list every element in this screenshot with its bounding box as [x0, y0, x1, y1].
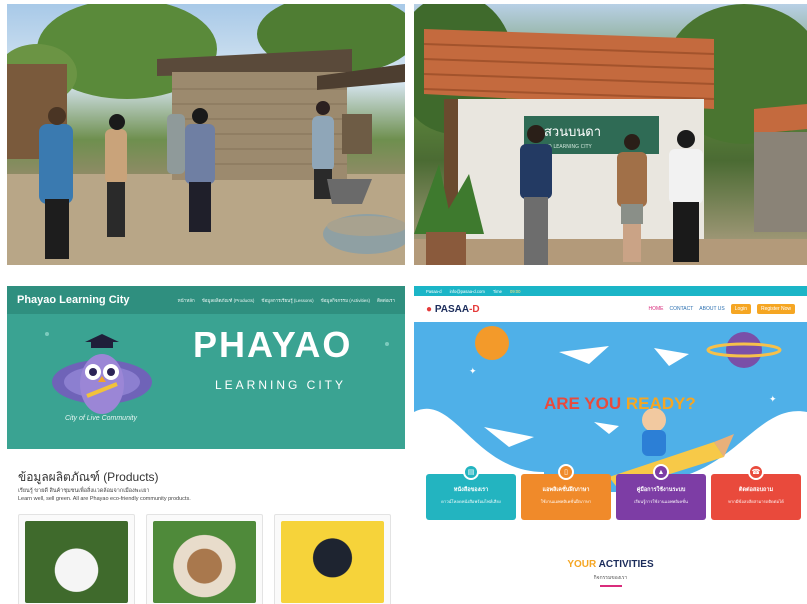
- nav-item-about[interactable]: ABOUT US: [699, 306, 724, 312]
- pasaa-website: Pasaa-d info@pasaa-d.com Time 09:00 ● PA…: [414, 286, 807, 604]
- planet-orange-icon: [475, 326, 509, 360]
- feature-card-app[interactable]: ▯ แอพลิเคชั่นฝึกภาษา ใช้งานแอพพลิเคชั่นฝ…: [521, 464, 611, 520]
- products-desc-english: Learn well, sell green. All are Phayao e…: [18, 495, 191, 502]
- logo-suffix: -D: [469, 303, 480, 315]
- products-description: เรียนรู้ ขายดี สินค้าชุมชนเพื่อสิ่งแวดล้…: [18, 488, 318, 503]
- feature-card-contact[interactable]: ☎ ติดต่อสอบถาม หากมีข้อสงสัยสามารถติดต่อ…: [711, 464, 801, 520]
- photo-signboard: สวนบนดา PHAYAO LEARNING CITY: [414, 4, 807, 265]
- star-icon: ✦: [769, 394, 777, 404]
- products-desc-thai: เรียนรู้ ขายดี สินค้าชุมชนเพื่อสิ่งแวดล้…: [18, 488, 150, 494]
- top-info-bar: Pasaa-d info@pasaa-d.com Time 09:00: [414, 286, 807, 296]
- book-icon: ▤: [463, 464, 479, 480]
- card-subtitle: หากมีข้อสงสัยสามารถติดต่อได้: [728, 499, 784, 504]
- card-subtitle: ใช้งานแอพพลิเคชั่นฝึกภาษา: [540, 499, 592, 504]
- activities-heading: YOUR ACTIVITIES: [414, 559, 807, 570]
- product-card[interactable]: [274, 514, 391, 604]
- owl-mascot-icon: [52, 334, 152, 414]
- card-title: หนังสือของเรา: [453, 487, 489, 493]
- activities-heading-part-1: YOUR: [567, 559, 599, 570]
- nav-item-home[interactable]: HOME: [648, 306, 663, 312]
- logo-prefix: PASAA: [434, 303, 470, 315]
- product-card[interactable]: [146, 514, 263, 604]
- tablet-icon: ▯: [558, 464, 574, 480]
- header-bar: ● PASAA-D HOME CONTACT ABOUT US Login Re…: [414, 296, 807, 322]
- photo-construction: [7, 4, 405, 265]
- hero-headline-part-1: ARE YOU: [544, 394, 626, 413]
- site-logo[interactable]: Phayao Learning City: [17, 294, 129, 306]
- topbar-email[interactable]: info@pasaa-d.com: [450, 289, 485, 294]
- card-title: คู่มือการใช้งานระบบ: [636, 487, 686, 493]
- phayao-website: Phayao Learning City หน้าหลัก ข้อมูลผลิต…: [7, 286, 405, 604]
- nav-item-contact[interactable]: ติดต่อเรา: [377, 297, 395, 304]
- top-navbar: Phayao Learning City หน้าหลัก ข้อมูลผลิต…: [7, 286, 405, 314]
- paper-plane-icon: [654, 348, 689, 366]
- topbar-site: Pasaa-d: [426, 288, 442, 294]
- planet-ringed-icon: [706, 332, 782, 368]
- card-title: แอพลิเคชั่นฝึกภาษา: [542, 487, 590, 493]
- nav-item-lessons[interactable]: ข้อมูลการเรียนรู้ (Lessons): [261, 297, 313, 304]
- hero-headline: ARE YOU READY?: [544, 394, 696, 414]
- activities-subtitle: กิจกรรมของเรา: [593, 575, 628, 581]
- product-image-baskets: [25, 521, 128, 603]
- topbar-time-value: 09:00: [509, 288, 521, 294]
- card-subtitle: เรียนรู้การใช้งานแอพพลิเคชั่น: [634, 499, 688, 504]
- activities-heading-part-2: ACTIVITIES: [598, 559, 654, 570]
- product-card[interactable]: [18, 514, 135, 604]
- register-button[interactable]: Register Now: [756, 304, 795, 314]
- sign-text: สวนบนดา: [544, 125, 601, 140]
- grad-cap-icon: ▲: [653, 464, 669, 480]
- nav-menu: HOME CONTACT ABOUT US Login Register Now: [648, 304, 795, 314]
- card-title: ติดต่อสอบถาม: [738, 487, 774, 493]
- product-image-ornaments: [281, 521, 384, 603]
- logo-dots-icon: ●: [426, 303, 433, 315]
- nav-menu: หน้าหลัก ข้อมูลผลิตภัณฑ์ (Products) ข้อม…: [178, 297, 395, 304]
- nav-item-contact[interactable]: CONTACT: [669, 306, 693, 312]
- hero-headline-part-2: READY?: [625, 394, 696, 413]
- card-subtitle: ดาวน์โหลดหนังสือพร้อมไฟล์เสียง: [441, 499, 501, 504]
- feature-card-manual[interactable]: ▲ คู่มือการใช้งานระบบ เรียนรู้การใช้งานแ…: [616, 464, 706, 520]
- products-heading: ข้อมูลผลิตภัณฑ์ (Products): [18, 470, 159, 484]
- paper-plane-icon: [594, 422, 619, 434]
- feature-card-books[interactable]: ▤ หนังสือของเรา ดาวน์โหลดหนังสือพร้อมไฟล…: [426, 464, 516, 520]
- signboard-scene: สวนบนดา PHAYAO LEARNING CITY: [414, 4, 807, 265]
- hero-subtitle: LEARNING CITY: [215, 378, 347, 392]
- nav-item-home[interactable]: หน้าหลัก: [178, 297, 195, 304]
- hero-caption: City of Live Community: [65, 415, 137, 422]
- paper-plane-icon: [559, 346, 609, 364]
- nav-item-activities[interactable]: ข้อมูลกิจกรรม (Activities): [321, 297, 370, 304]
- login-button[interactable]: Login: [730, 304, 751, 314]
- nav-item-products[interactable]: ข้อมูลผลิตภัณฑ์ (Products): [202, 297, 255, 304]
- construction-scene: [7, 4, 405, 265]
- paper-plane-icon: [484, 427, 534, 447]
- hero-title: PHAYAO: [193, 324, 353, 365]
- topbar-time-label: Time: [492, 288, 502, 294]
- product-image-jars: [153, 521, 256, 603]
- contact-icon: ☎: [748, 464, 764, 480]
- site-logo[interactable]: ● PASAA-D: [426, 304, 480, 315]
- heading-underline: [600, 585, 622, 587]
- star-icon: ✦: [469, 366, 477, 376]
